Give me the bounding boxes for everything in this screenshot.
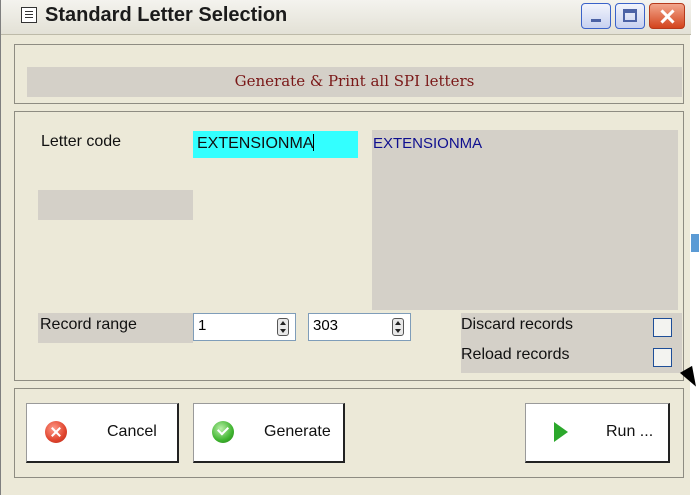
standard-letter-selection-window: Standard Letter Selection Generate & Pri…: [0, 0, 691, 495]
play-icon: [554, 422, 568, 442]
letter-code-input[interactable]: EXTENSIONMA: [193, 131, 358, 158]
cancel-icon: [45, 421, 67, 443]
discard-records-label: Discard records: [461, 316, 574, 333]
letter-code-value: EXTENSIONMA: [197, 135, 314, 152]
text-caret: [313, 134, 315, 151]
generate-button-label: Generate: [264, 423, 331, 440]
maximize-icon[interactable]: [615, 3, 645, 29]
record-options-box: Discard records Reload records: [461, 313, 682, 373]
cancel-button[interactable]: Cancel: [26, 403, 179, 463]
window-title: Standard Letter Selection: [45, 4, 288, 26]
window-app-icon[interactable]: [21, 7, 37, 23]
range-to-value: 303: [313, 317, 339, 334]
letter-info-box: [38, 190, 193, 220]
record-range-label: Record range: [38, 313, 193, 343]
header-strip: Generate & Print all SPI letters: [27, 67, 682, 97]
run-button[interactable]: Run ...: [525, 403, 670, 463]
close-icon[interactable]: [649, 3, 685, 29]
title-bar[interactable]: Standard Letter Selection: [1, 0, 691, 35]
reload-records-checkbox[interactable]: [653, 348, 672, 367]
minimize-icon[interactable]: [581, 3, 611, 29]
header-title: Generate & Print all SPI letters: [234, 72, 475, 90]
run-button-label: Run ...: [606, 423, 654, 440]
background-window-edge: [691, 234, 699, 252]
cancel-button-label: Cancel: [107, 423, 157, 440]
checkmark-icon: [212, 421, 234, 443]
range-from-spinner[interactable]: 1: [193, 313, 296, 341]
spinner-arrows-icon[interactable]: [277, 318, 289, 336]
range-from-value: 1: [198, 317, 207, 334]
letter-code-label: Letter code: [41, 133, 122, 150]
spinner-arrows-icon[interactable]: [392, 318, 404, 336]
reload-records-label: Reload records: [461, 346, 570, 363]
generate-button[interactable]: Generate: [193, 403, 345, 463]
letter-description-box: EXTENSIONMA: [372, 130, 678, 310]
letter-description-text: EXTENSIONMA: [373, 135, 483, 152]
record-range-label-text: Record range: [40, 316, 137, 333]
range-to-spinner[interactable]: 303: [308, 313, 411, 341]
discard-records-checkbox[interactable]: [653, 318, 672, 337]
header-panel: Generate & Print all SPI letters: [14, 44, 684, 104]
